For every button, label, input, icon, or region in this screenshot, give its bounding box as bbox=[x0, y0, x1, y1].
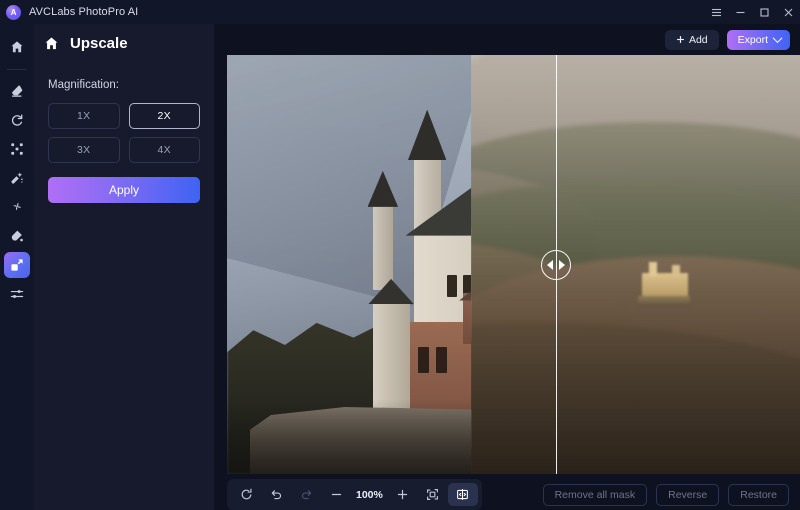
app-title: AVCLabs PhotoPro AI bbox=[29, 6, 139, 18]
tool-rail bbox=[0, 24, 34, 510]
rail-item-photo-restore[interactable] bbox=[4, 107, 30, 133]
page-title: Upscale bbox=[70, 34, 128, 52]
rail-item-home[interactable] bbox=[4, 34, 30, 60]
plus-icon bbox=[677, 36, 684, 43]
tool-options-panel: Upscale Magnification: 1X 2X 3X 4X Apply bbox=[34, 24, 214, 510]
split-compare-icon[interactable] bbox=[447, 483, 478, 506]
panel-header: Upscale bbox=[34, 24, 214, 62]
add-button[interactable]: Add bbox=[664, 29, 719, 50]
rail-item-adjust[interactable] bbox=[4, 281, 30, 307]
stage-toolbar: Add Export bbox=[214, 24, 800, 55]
panel-body: Magnification: 1X 2X 3X 4X Apply bbox=[34, 62, 214, 203]
magnification-option-3x[interactable]: 3X bbox=[48, 137, 120, 163]
zoom-level-value: 100% bbox=[356, 488, 383, 501]
fit-to-screen-icon[interactable] bbox=[418, 483, 448, 506]
image-viewer[interactable] bbox=[227, 55, 800, 474]
compare-drag-handle-icon[interactable] bbox=[540, 249, 571, 280]
minus-icon bbox=[331, 493, 341, 496]
reverse-button[interactable]: Reverse bbox=[656, 483, 720, 506]
minimize-icon[interactable] bbox=[728, 0, 752, 24]
undo-icon[interactable] bbox=[261, 483, 291, 506]
remove-all-mask-button[interactable]: Remove all mask bbox=[542, 483, 648, 506]
rail-item-upscale[interactable] bbox=[4, 252, 30, 278]
magnification-option-1x[interactable]: 1X bbox=[48, 103, 120, 129]
rail-item-object-remover[interactable] bbox=[4, 78, 30, 104]
plus-icon bbox=[398, 489, 408, 500]
window-controls bbox=[704, 0, 800, 24]
viewer-bottom-toolbar: 100% Remove all mask Reverse Restore bbox=[214, 479, 800, 510]
zoom-out-button[interactable] bbox=[321, 483, 351, 506]
apply-button[interactable]: Apply bbox=[48, 177, 200, 203]
magnification-label: Magnification: bbox=[48, 79, 119, 91]
rail-item-background-remover[interactable] bbox=[4, 136, 30, 162]
rail-item-enhance[interactable] bbox=[4, 194, 30, 220]
zoom-in-button[interactable] bbox=[388, 483, 418, 506]
rail-item-retouch[interactable] bbox=[4, 165, 30, 191]
hamburger-menu-icon[interactable] bbox=[704, 0, 728, 24]
title-bar: AVCLabs PhotoPro AI bbox=[0, 0, 800, 24]
avclabs-logo-icon bbox=[6, 4, 21, 20]
maximize-icon[interactable] bbox=[752, 0, 776, 24]
main-stage: Add Export 100% Remove all mask Reverse … bbox=[214, 24, 800, 510]
export-button-label: Export bbox=[737, 33, 768, 46]
chevron-down-icon bbox=[772, 33, 783, 44]
restore-button[interactable]: Restore bbox=[728, 483, 789, 506]
redo-icon[interactable] bbox=[291, 483, 321, 506]
export-button[interactable]: Export bbox=[726, 29, 790, 50]
add-button-label: Add bbox=[688, 33, 708, 46]
triangle-left-icon bbox=[546, 259, 553, 270]
mask-actions-group: Remove all mask Reverse Restore bbox=[542, 479, 789, 510]
rail-item-colorize[interactable] bbox=[4, 223, 30, 249]
viewer-tools-group: 100% bbox=[227, 479, 482, 510]
magnification-options: 1X 2X 3X 4X bbox=[48, 103, 200, 163]
rotate-icon[interactable] bbox=[231, 483, 261, 506]
rail-divider bbox=[7, 69, 27, 70]
close-icon[interactable] bbox=[776, 0, 800, 24]
triangle-right-icon bbox=[558, 259, 565, 270]
home-icon[interactable] bbox=[41, 33, 61, 53]
application-window: AVCLabs PhotoPro AI bbox=[0, 0, 800, 510]
magnification-option-2x[interactable]: 2X bbox=[128, 103, 200, 129]
magnification-option-4x[interactable]: 4X bbox=[128, 137, 200, 163]
